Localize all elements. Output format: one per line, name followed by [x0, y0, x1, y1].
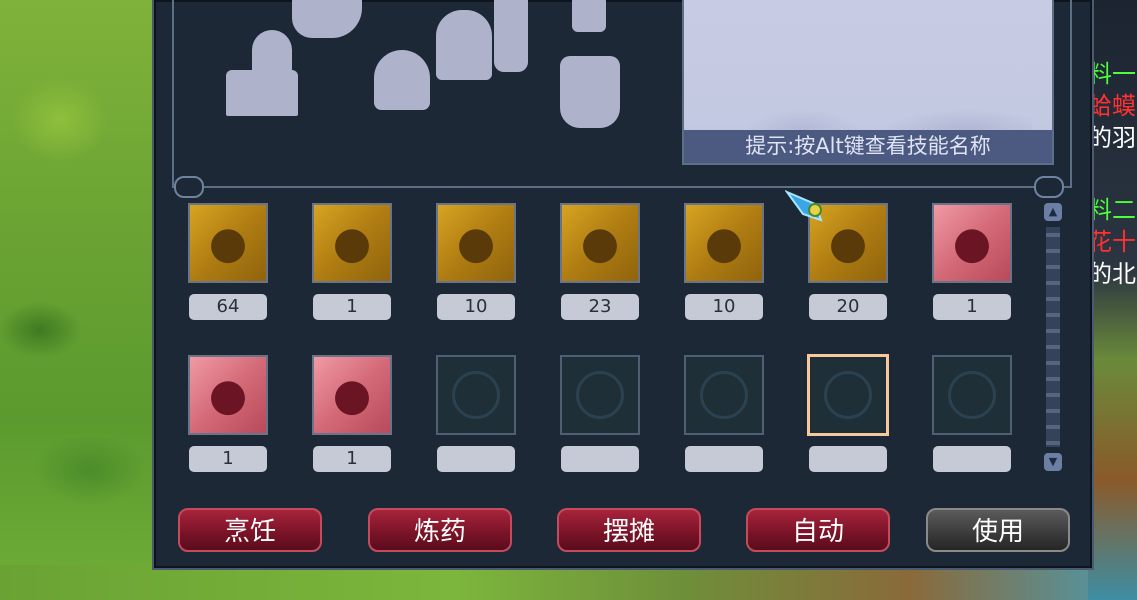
item-count: 23 — [561, 294, 639, 320]
item-count — [933, 446, 1011, 472]
item-slot-r2-c3[interactable] — [436, 355, 516, 435]
hint-box: 提示:按Alt键查看技能名称 — [682, 0, 1054, 165]
gold-item-icon — [196, 211, 260, 275]
item-count — [809, 446, 887, 472]
corner-ornament-left — [174, 176, 204, 198]
empty-slot-emblem-icon — [824, 371, 872, 419]
item-slot-r2-c5[interactable] — [684, 355, 764, 435]
item-slot-r1-c7[interactable] — [932, 203, 1012, 283]
chat-line-2: 蛤蟆 — [1088, 92, 1136, 120]
item-count: 10 — [437, 294, 515, 320]
empty-slot-emblem-icon — [576, 371, 624, 419]
stall-button[interactable]: 摆摊 — [557, 508, 701, 552]
auto-button[interactable]: 自动 — [746, 508, 890, 552]
item-count: 1 — [313, 294, 391, 320]
figure-dancer-icon — [292, 0, 362, 38]
figure-rock-icon — [374, 50, 430, 110]
hint-mountain-decor — [704, 100, 1032, 130]
item-count: 1 — [313, 446, 391, 472]
chat-line-6: 的北 — [1088, 260, 1136, 288]
pink-item-icon — [196, 363, 260, 427]
empty-slot-emblem-icon — [452, 371, 500, 419]
figure-lantern-icon — [572, 0, 606, 32]
scroll-down-icon[interactable]: ▼ — [1044, 453, 1062, 471]
item-slot-r2-c4[interactable] — [560, 355, 640, 435]
scroll-up-icon[interactable]: ▲ — [1044, 203, 1062, 221]
scrollbar[interactable]: ▲ ▼ — [1042, 203, 1064, 471]
cook-button[interactable]: 烹饪 — [178, 508, 322, 552]
item-count: 20 — [809, 294, 887, 320]
hint-text: 提示:按Alt键查看技能名称 — [684, 130, 1052, 163]
item-count: 10 — [685, 294, 763, 320]
item-slot-r2-c6-selected[interactable] — [807, 354, 889, 436]
chat-line-4: 料二 — [1088, 196, 1136, 224]
item-slot-r2-c2[interactable] — [312, 355, 392, 435]
empty-slot-emblem-icon — [948, 371, 996, 419]
item-slot-r1-c2[interactable] — [312, 203, 392, 283]
item-slot-r2-c7[interactable] — [932, 355, 1012, 435]
item-count — [561, 446, 639, 472]
gold-item-icon — [320, 211, 384, 275]
item-slot-r1-c3[interactable] — [436, 203, 516, 283]
gold-item-icon — [692, 211, 756, 275]
gold-item-icon — [568, 211, 632, 275]
item-slot-r1-c4[interactable] — [560, 203, 640, 283]
background-ground — [0, 565, 1137, 600]
chat-line-3: 的羽 — [1088, 124, 1136, 152]
item-count — [437, 446, 515, 472]
corner-ornament-right — [1034, 176, 1064, 198]
background-grass — [0, 0, 160, 600]
figure-kneel-icon — [436, 10, 492, 80]
cursor-icon — [785, 190, 823, 222]
item-count: 1 — [189, 446, 267, 472]
figures-display-area: 提示:按Alt键查看技能名称 — [172, 0, 1072, 188]
item-slot-r1-c1[interactable] — [188, 203, 268, 283]
gold-item-icon — [444, 211, 508, 275]
item-slot-r2-c1[interactable] — [188, 355, 268, 435]
figure-head-icon — [252, 30, 292, 80]
item-slot-r1-c5[interactable] — [684, 203, 764, 283]
alchemy-button[interactable]: 炼药 — [368, 508, 512, 552]
use-button[interactable]: 使用 — [926, 508, 1070, 552]
item-count: 1 — [933, 294, 1011, 320]
chat-line-1: 料一 — [1088, 60, 1136, 88]
item-count — [685, 446, 763, 472]
chat-line-5: 花十 — [1088, 228, 1136, 256]
pink-item-icon — [940, 211, 1004, 275]
empty-slot-emblem-icon — [700, 371, 748, 419]
pink-item-icon — [320, 363, 384, 427]
item-count: 64 — [189, 294, 267, 320]
figure-standing-icon — [494, 0, 528, 72]
background-right-scene — [1088, 0, 1137, 600]
scroll-track[interactable] — [1046, 227, 1060, 447]
skill-item-panel: 提示:按Alt键查看技能名称 64 1 10 23 10 20 1 1 1 ▲ … — [152, 0, 1094, 570]
figure-pot-icon — [560, 56, 620, 128]
